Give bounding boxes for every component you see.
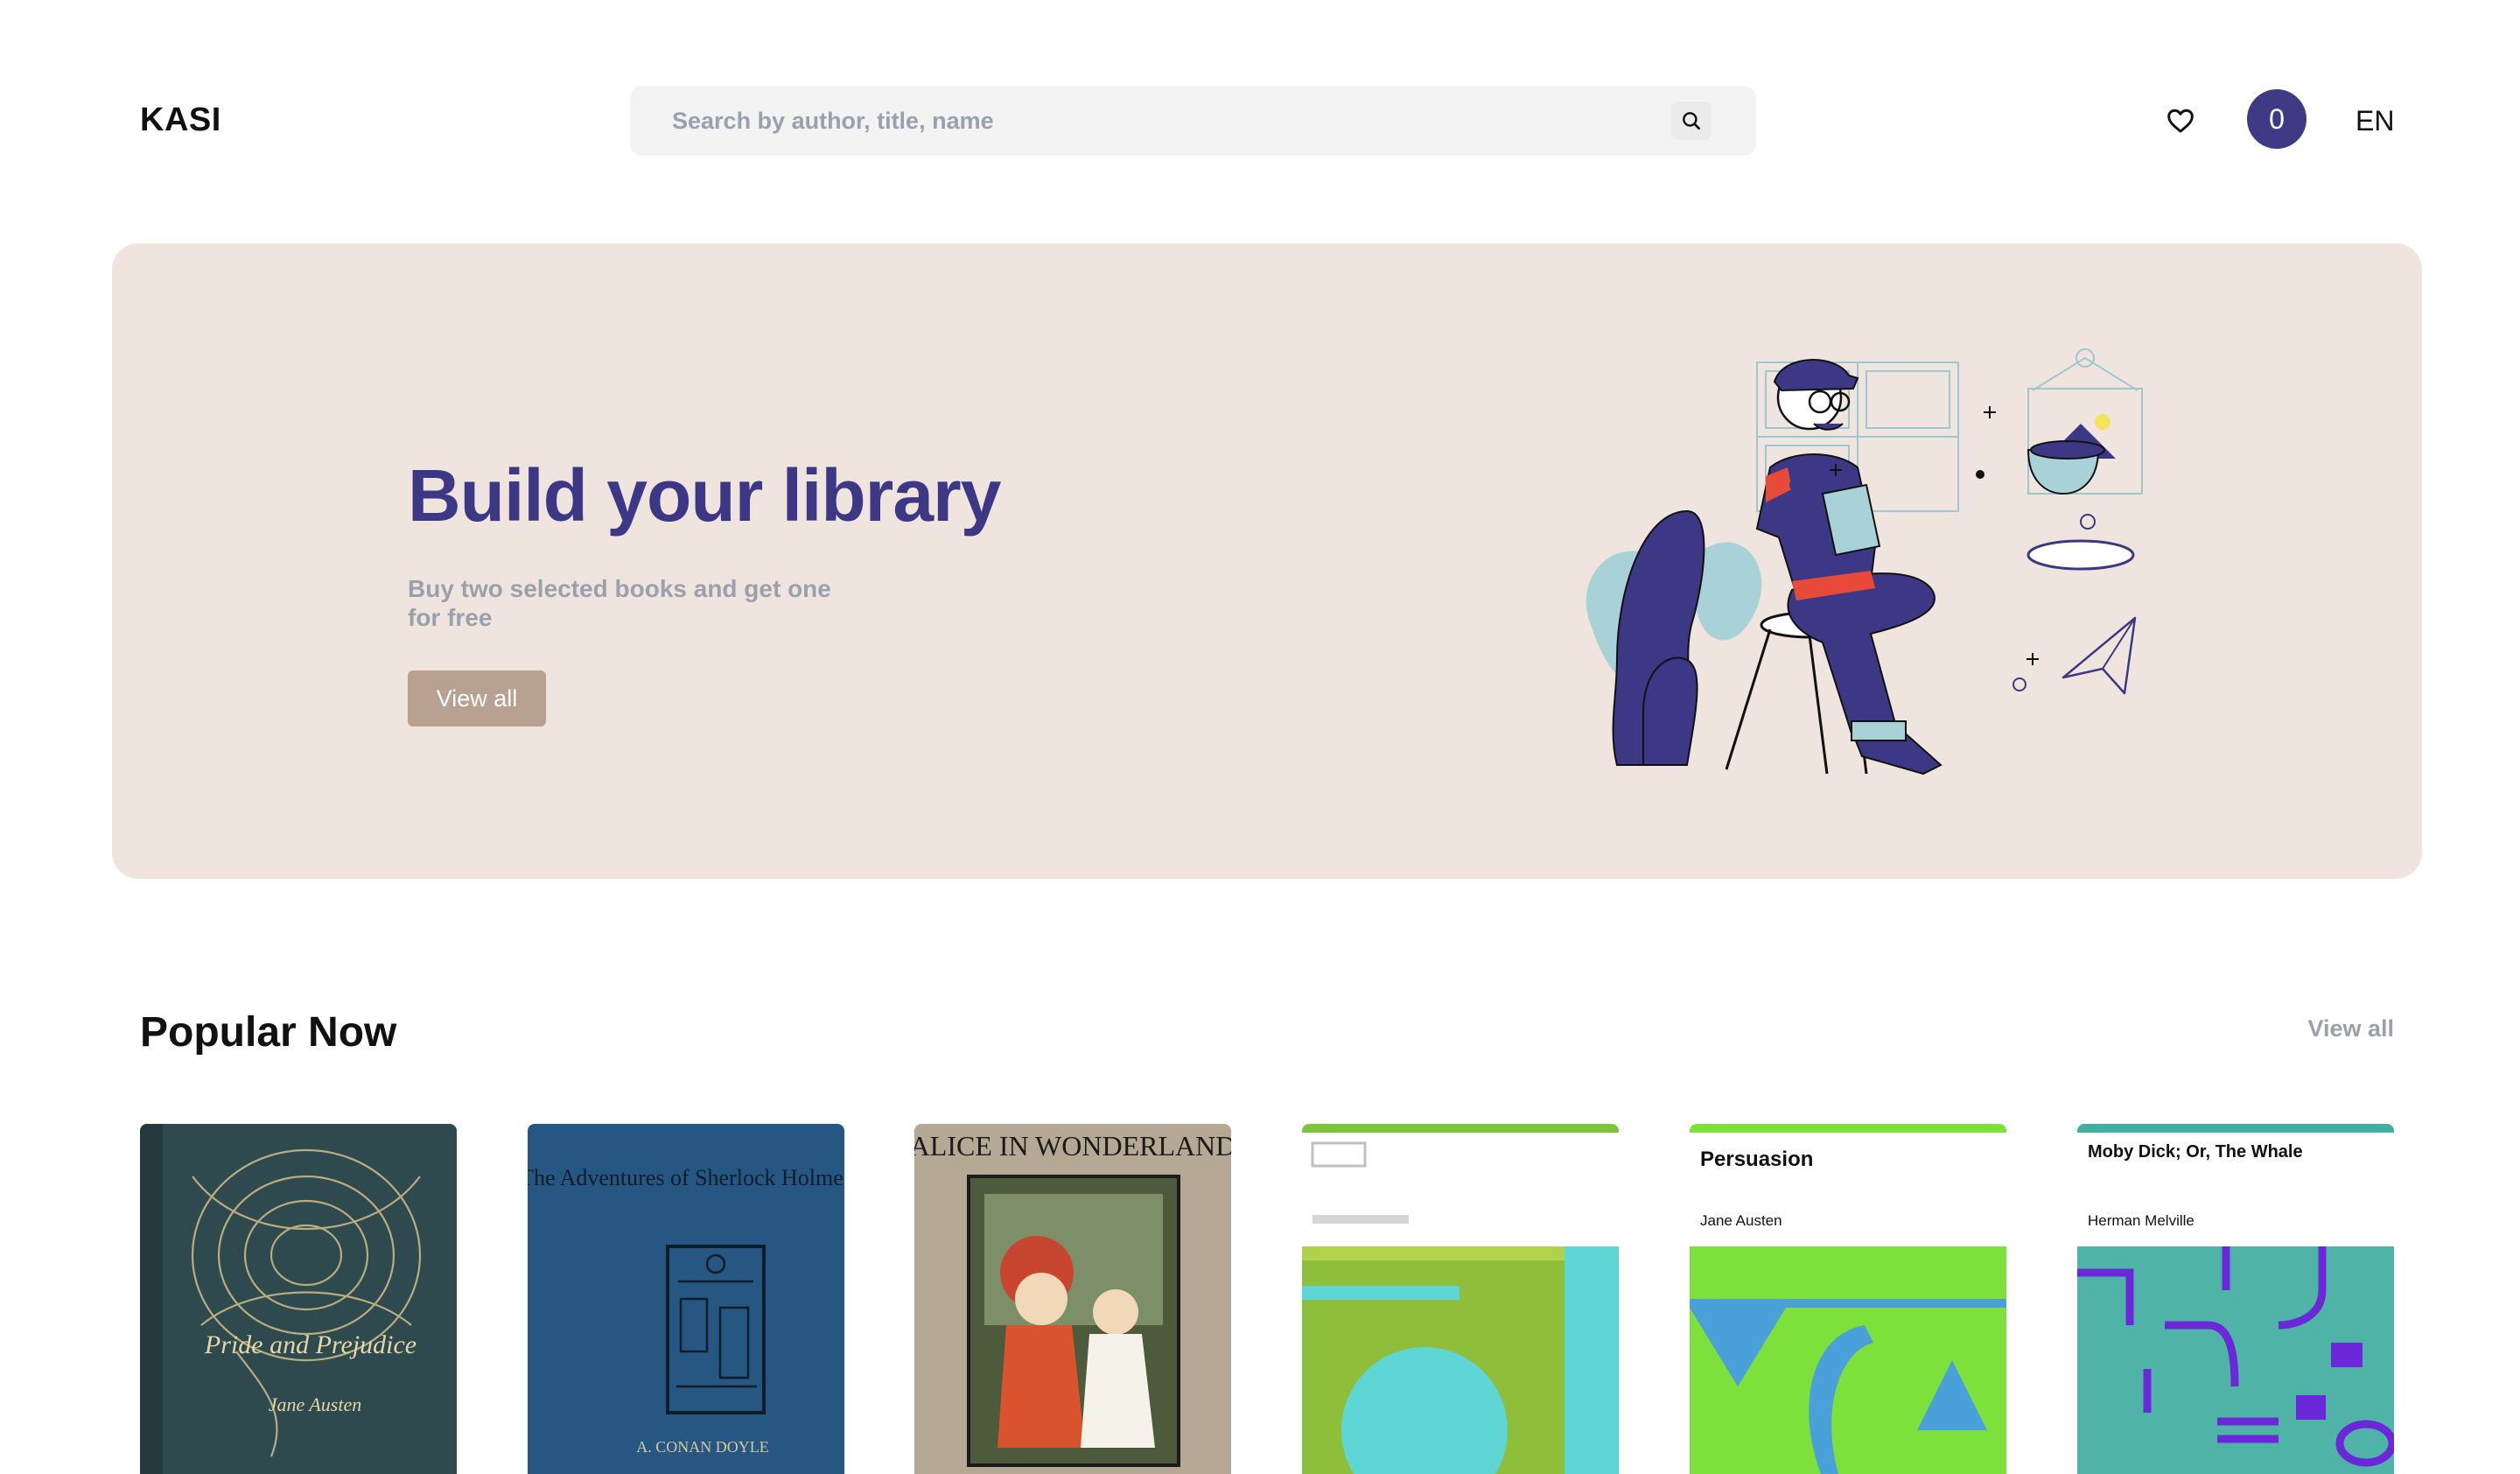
popular-view-all-link[interactable]: View all — [2307, 1015, 2394, 1042]
search-icon — [1683, 112, 1700, 130]
popular-now-heading: Popular Now — [140, 1009, 397, 1056]
book-cover-title: Persuasion — [1700, 1148, 1813, 1171]
book-card[interactable]: The Adventures of Sherlock Holmes A. CON… — [528, 1124, 844, 1474]
book-card[interactable]: Moby Dick; Or, The Whale Herman Melville — [2077, 1124, 2394, 1474]
popular-books-row: Pride and Prejudice Jane Austen The Adve… — [140, 1124, 2394, 1474]
book-cover-author: Jane Austen — [1700, 1212, 1782, 1229]
site-logo[interactable]: KASI — [140, 102, 221, 139]
hero-title: Build your library — [408, 454, 1001, 537]
book-cover-author: A. CONAN DOYLE — [636, 1438, 769, 1456]
book-cover-title: Pride and Prejudice — [204, 1330, 416, 1359]
search-bar — [630, 86, 1756, 156]
heart-icon — [2167, 109, 2194, 133]
book-cover: ALICE IN WONDERLAND — [914, 1124, 1231, 1474]
book-cover-title: Moby Dick; Or, The Whale — [2088, 1142, 2303, 1162]
book-cover — [1302, 1124, 1619, 1474]
language-selector[interactable]: EN — [2356, 105, 2394, 137]
book-cover-author: Herman Melville — [2088, 1212, 2194, 1229]
book-cover: Pride and Prejudice Jane Austen — [140, 1124, 457, 1474]
reading-person-illustration — [1586, 348, 2143, 776]
book-cover: Moby Dick; Or, The Whale Herman Melville — [2077, 1124, 2394, 1474]
search-button[interactable] — [1671, 102, 1712, 140]
hero-view-all-button[interactable]: View all — [408, 670, 546, 726]
book-card[interactable] — [1302, 1124, 1619, 1474]
cart-count-badge[interactable]: 0 — [2247, 89, 2306, 149]
wishlist-button[interactable] — [2163, 103, 2198, 138]
book-card[interactable]: Persuasion Jane Austen — [1690, 1124, 2006, 1474]
book-cover: Persuasion Jane Austen — [1690, 1124, 2006, 1474]
book-cover-title: ALICE IN WONDERLAND — [914, 1130, 1231, 1162]
book-cover-author: Jane Austen — [269, 1393, 362, 1415]
book-card[interactable]: Pride and Prejudice Jane Austen — [140, 1124, 457, 1474]
search-input[interactable] — [672, 86, 1634, 156]
hero-banner: Build your library Buy two selected book… — [112, 243, 2422, 879]
book-cover-title: The Adventures of Sherlock Holmes — [528, 1165, 844, 1190]
hero-subtitle: Buy two selected books and get one for f… — [408, 575, 831, 631]
book-cover: The Adventures of Sherlock Holmes A. CON… — [528, 1124, 844, 1474]
book-card[interactable]: ALICE IN WONDERLAND — [914, 1124, 1231, 1474]
top-header: KASI 0 EN — [0, 0, 2520, 242]
